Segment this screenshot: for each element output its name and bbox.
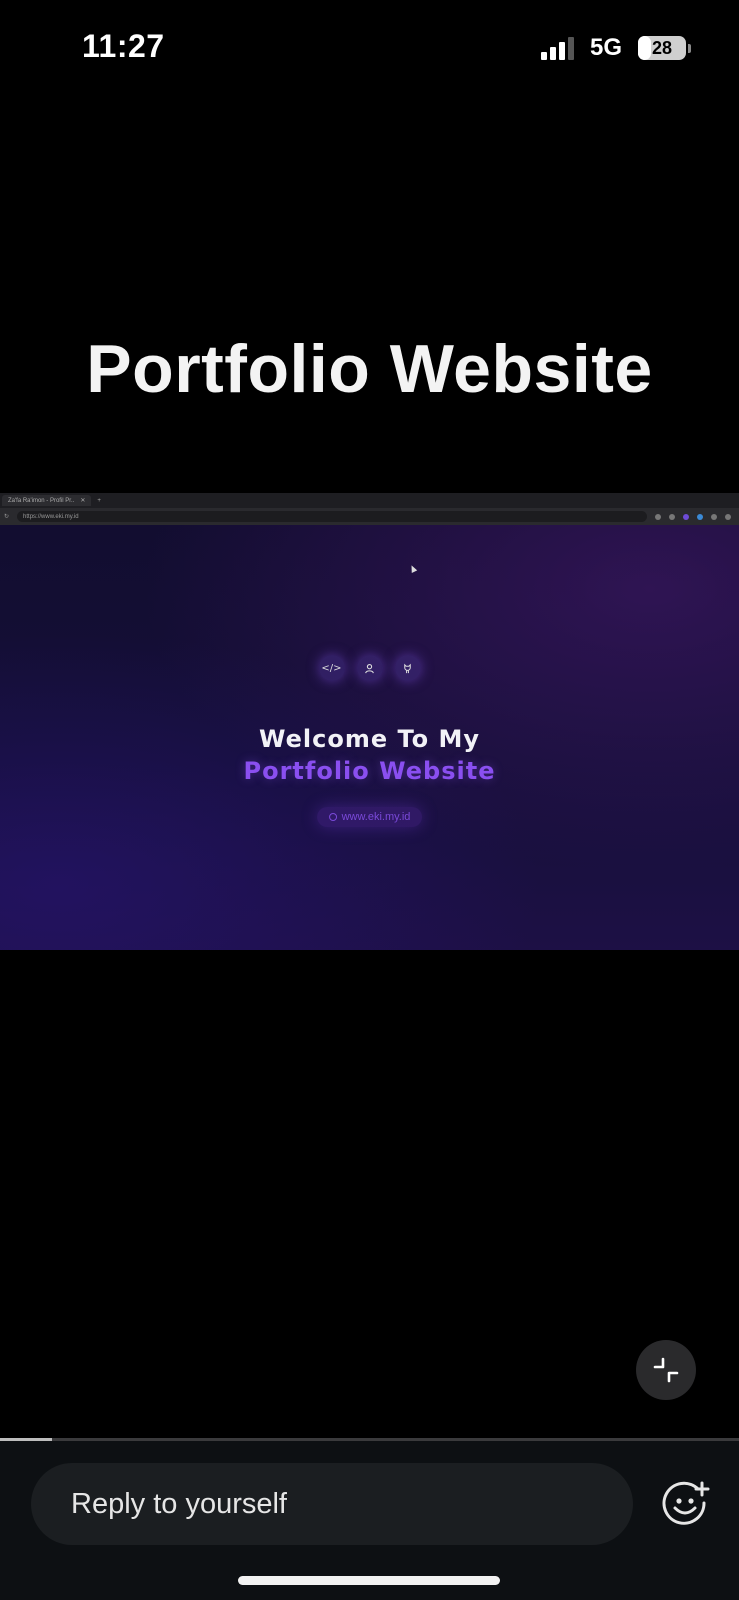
browser-tab-label: Za'fa Ra'imon - Profil Pr.. [8, 497, 75, 504]
browser-tab-bar: Za'fa Ra'imon - Profil Pr.. ✕ + [0, 493, 739, 508]
status-time: 11:27 [82, 28, 165, 64]
hero-heading-line2: Portfolio Website [243, 757, 496, 785]
reload-icon: ↻ [4, 514, 10, 520]
address-text: https://www.eki.my.id [23, 513, 79, 520]
settings-icon [711, 513, 717, 520]
address-field: https://www.eki.my.id [17, 511, 647, 522]
battery-fill [638, 36, 652, 60]
user-icon [356, 655, 383, 681]
collapse-button[interactable] [636, 1340, 696, 1400]
reply-input[interactable]: Reply to yourself [31, 1463, 633, 1545]
reply-bar: Reply to yourself [0, 1441, 739, 1600]
add-reaction-button[interactable] [662, 1481, 710, 1529]
translate-icon [655, 513, 661, 520]
browser-address-bar: ↻ https://www.eki.my.id [0, 508, 739, 525]
extension-icon [697, 513, 703, 520]
story-media: Za'fa Ra'imon - Profil Pr.. ✕ + ↻ https:… [0, 493, 739, 950]
story-viewer: 11:27 5G 28 Portfolio Website Za'fa Ra'i… [0, 0, 739, 1600]
battery-tip [688, 43, 691, 53]
story-caption: Portfolio Website [86, 331, 653, 407]
cellular-signal-icon [540, 36, 574, 60]
extension-icon [683, 513, 689, 520]
battery-icon: 28 [638, 36, 686, 60]
globe-icon [328, 813, 337, 821]
hero-url-badge: www.eki.my.id [316, 807, 423, 827]
code-icon: </> [318, 655, 345, 681]
hero-heading-line1: Welcome To My [258, 725, 481, 753]
network-type: 5G [589, 34, 622, 61]
collapse-icon [653, 1357, 679, 1383]
hero-icon-row: </> [0, 655, 739, 681]
reply-placeholder: Reply to yourself [71, 1487, 287, 1520]
status-indicators: 5G 28 [540, 34, 691, 62]
star-icon [669, 513, 675, 520]
mouse-cursor-icon [408, 564, 418, 573]
home-indicator [238, 1576, 500, 1585]
hero-url-text: www.eki.my.id [341, 811, 411, 823]
github-icon [394, 655, 421, 681]
status-bar: 11:27 5G 28 [0, 0, 739, 100]
battery-level: 28 [651, 37, 673, 58]
browser-toolbar-icons [655, 513, 735, 520]
browser-tab: Za'fa Ra'imon - Profil Pr.. ✕ [2, 495, 92, 506]
close-icon: ✕ [80, 498, 86, 504]
website-hero: </> Welcome To My Portfolio Website www.… [0, 525, 739, 950]
menu-icon [725, 513, 731, 520]
new-tab-icon: + [97, 497, 101, 504]
add-emoji-icon [662, 1481, 710, 1525]
